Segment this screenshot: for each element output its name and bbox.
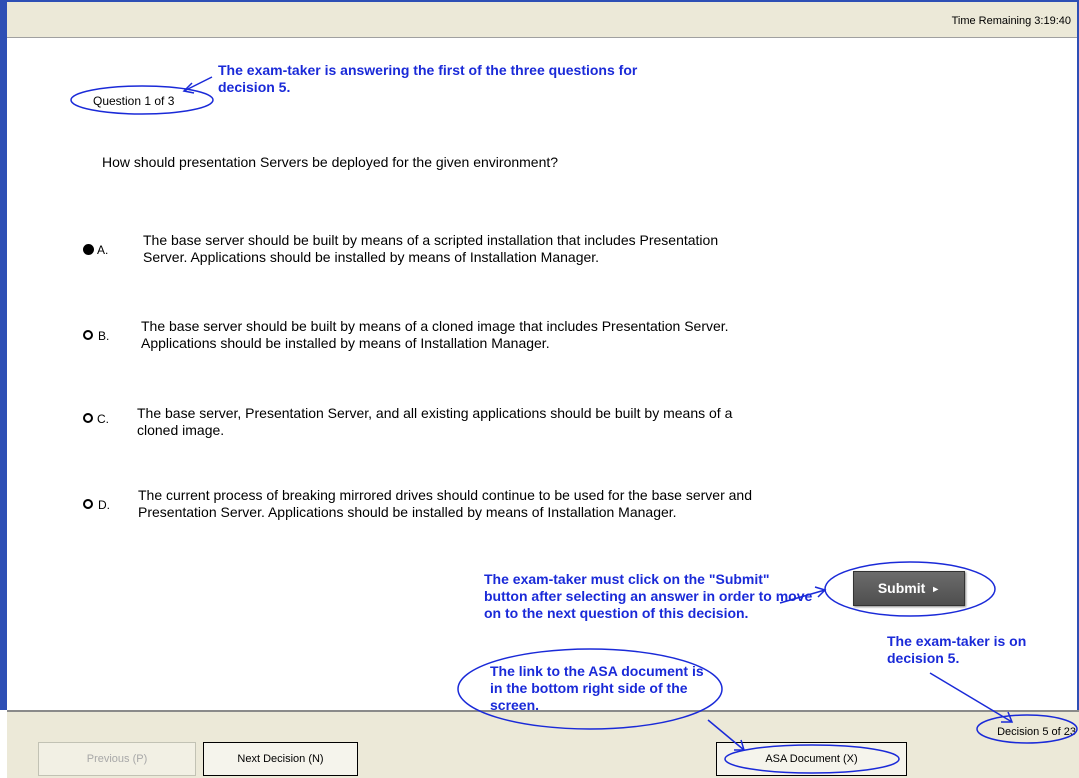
- footer-bar: Previous (P) Next Decision (N) ASA Docum…: [7, 710, 1079, 778]
- triangle-right-icon: ►: [931, 584, 941, 594]
- question-text: How should presentation Servers be deplo…: [102, 154, 559, 170]
- radio-unselected-icon[interactable]: [83, 413, 93, 423]
- previous-button[interactable]: Previous (P): [38, 742, 196, 776]
- option-letter: A.: [97, 243, 109, 257]
- option-text: The base server should be built by means…: [143, 232, 719, 265]
- radio-unselected-icon[interactable]: [83, 330, 93, 340]
- option-letter: D.: [98, 498, 110, 512]
- annotation-decision-note: The exam-taker is on decision 5.: [887, 633, 1027, 666]
- asa-document-button[interactable]: ASA Document (X): [716, 742, 907, 776]
- option-text: The base server should be built by means…: [141, 318, 729, 351]
- next-decision-button[interactable]: Next Decision (N): [203, 742, 358, 776]
- radio-unselected-icon[interactable]: [83, 499, 93, 509]
- radio-selected-icon[interactable]: [83, 244, 94, 255]
- annotation-asa-note: The link to the ASA document is in the b…: [490, 663, 704, 713]
- decision-counter: Decision 5 of 23: [997, 726, 1076, 738]
- option-text: The current process of breaking mirrored…: [138, 487, 752, 520]
- window-left-border: [0, 0, 7, 710]
- annotation-question-note: The exam-taker is answering the first of…: [218, 62, 638, 95]
- pointer-arrow-question: [183, 76, 213, 92]
- question-counter: Question 1 of 3: [93, 94, 175, 108]
- submit-button[interactable]: Submit ►: [853, 571, 965, 606]
- submit-label: Submit: [877, 580, 926, 596]
- annotation-submit-note: The exam-taker must click on the "Submit…: [484, 571, 813, 621]
- option-text: The base server, Presentation Server, an…: [137, 405, 733, 438]
- option-letter: C.: [97, 412, 109, 426]
- arrowhead-icon: [814, 586, 827, 598]
- header-bar: Time Remaining 3:19:40: [7, 2, 1077, 38]
- time-remaining: Time Remaining 3:19:40: [951, 15, 1071, 27]
- arrowhead-icon: [182, 82, 195, 94]
- option-letter: B.: [98, 329, 110, 343]
